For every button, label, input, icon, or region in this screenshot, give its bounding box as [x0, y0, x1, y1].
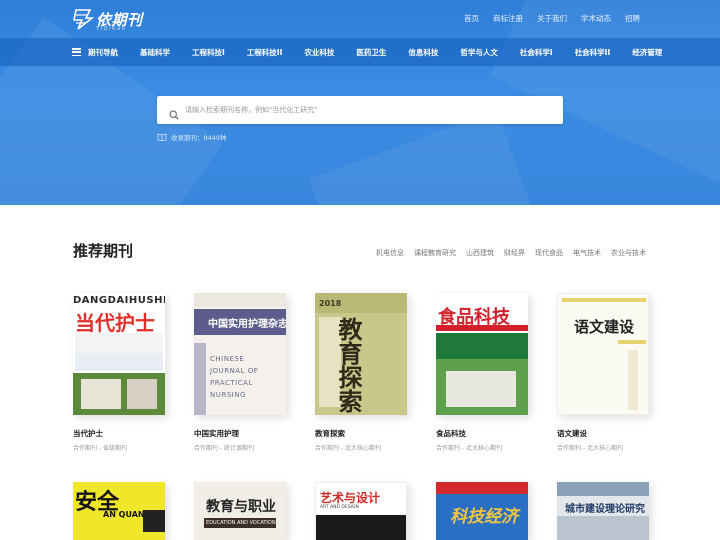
journal-meta: 合作期刊 - 北大核心期刊: [557, 445, 623, 452]
tag-links: 机电信息 课程教育研究 山西建筑 财经界 现代食品 电气技术 农业与技术: [366, 248, 646, 258]
top-link-trademark[interactable]: 商标注册: [493, 13, 523, 24]
logo-icon: [72, 8, 95, 30]
tag-link[interactable]: 农业与技术: [611, 248, 646, 258]
top-links: 首页 商标注册 关于我们 学术动态 招聘: [450, 13, 640, 24]
site-logo[interactable]: 依期刊 Y i Q i K a n: [72, 5, 143, 33]
collected-count: 收录期刊： 9449种: [157, 132, 227, 142]
journal-cover[interactable]: DANGDAIHUSHI 当代护士: [73, 293, 165, 415]
nav-item-social-2[interactable]: 社会科学II: [575, 47, 611, 58]
journal-card[interactable]: 食品科技 食品科技 合作期刊 - 北大核心期刊: [436, 293, 528, 453]
collected-label: 收录期刊：: [171, 134, 204, 142]
journal-card[interactable]: 2018 教育探索 教育探索 合作期刊 - 北大核心期刊: [315, 293, 407, 453]
search-box: [157, 96, 563, 124]
journal-cover[interactable]: 安全 AN QUAN: [73, 482, 165, 540]
search-input[interactable]: [185, 96, 555, 124]
top-link-about[interactable]: 关于我们: [537, 13, 567, 24]
tag-link[interactable]: 机电信息: [376, 248, 404, 258]
journal-meta: 合作期刊 - 北大核心期刊: [315, 445, 381, 452]
tag-link[interactable]: 山西建筑: [466, 248, 494, 258]
top-link-news[interactable]: 学术动态: [581, 13, 611, 24]
journal-name[interactable]: 中国实用护理: [194, 428, 239, 439]
menu-icon[interactable]: [72, 48, 81, 56]
nav-item-social-1[interactable]: 社会科学I: [520, 47, 553, 58]
journal-meta: 合作期刊 - 北大核心期刊: [436, 445, 502, 452]
tag-link[interactable]: 财经界: [504, 248, 525, 258]
journal-cover[interactable]: 食品科技: [436, 293, 528, 415]
journal-cover[interactable]: 语文建设: [557, 293, 649, 415]
nav-item-information[interactable]: 信息科技: [408, 47, 438, 58]
journal-cover[interactable]: 城市建设理论研究: [557, 482, 649, 540]
journal-card[interactable]: DANGDAIHUSHI 当代护士 当代护士 合作期刊 - 省级期刊: [73, 293, 165, 453]
top-link-home[interactable]: 首页: [464, 13, 479, 24]
collected-number: 9449种: [203, 134, 227, 142]
journal-cover[interactable]: 科技经济: [436, 482, 528, 540]
journal-name[interactable]: 食品科技: [436, 428, 466, 439]
tag-link[interactable]: 电气技术: [573, 248, 601, 258]
journal-card[interactable]: 语文建设 语文建设 合作期刊 - 北大核心期刊: [557, 293, 649, 453]
nav-item-engineering-2[interactable]: 工程科技II: [247, 47, 283, 58]
search-icon[interactable]: [169, 105, 179, 120]
section-title: 推荐期刊: [73, 242, 134, 260]
nav-item-engineering-1[interactable]: 工程科技I: [192, 47, 225, 58]
journal-name[interactable]: 语文建设: [557, 428, 587, 439]
nav-item-medicine[interactable]: 医药卫生: [356, 47, 386, 58]
nav-item-philosophy[interactable]: 哲学与人文: [460, 47, 498, 58]
hero-banner: 依期刊 Y i Q i K a n 首页 商标注册 关于我们 学术动态 招聘 期…: [0, 0, 720, 205]
journal-cover[interactable]: 2018 教育探索: [315, 293, 407, 415]
tag-link[interactable]: 课程教育研究: [414, 248, 456, 258]
journal-cover[interactable]: 教育与职业 EDUCATION AND VOCATION: [194, 482, 286, 540]
journal-cover[interactable]: 艺术与设计 ART AND DESIGN: [315, 482, 407, 540]
nav-item-guide[interactable]: 期刊导航: [88, 47, 118, 58]
journal-cover[interactable]: 中国实用护理杂志 CHINESE JOURNAL OF PRACTICAL NU…: [194, 293, 286, 415]
nav-item-basic-science[interactable]: 基础科学: [140, 47, 170, 58]
top-bar: 依期刊 Y i Q i K a n 首页 商标注册 关于我们 学术动态 招聘: [0, 0, 720, 38]
nav-item-economics[interactable]: 经济管理: [632, 47, 662, 58]
journal-name[interactable]: 当代护士: [73, 428, 103, 439]
journal-meta: 合作期刊 - 省级期刊: [73, 445, 127, 452]
logo-tagline: Y i Q i K a n: [96, 26, 125, 32]
journal-card[interactable]: 中国实用护理杂志 CHINESE JOURNAL OF PRACTICAL NU…: [194, 293, 286, 453]
top-link-jobs[interactable]: 招聘: [625, 13, 640, 24]
tag-link[interactable]: 现代食品: [535, 248, 563, 258]
book-icon: [157, 133, 167, 142]
journal-name[interactable]: 教育探索: [315, 428, 345, 439]
category-nav: 期刊导航 基础科学 工程科技I 工程科技II 农业科技 医药卫生 信息科技 哲学…: [0, 38, 720, 66]
journal-meta: 合作期刊 - 统计源期刊: [194, 445, 254, 452]
nav-item-agriculture[interactable]: 农业科技: [304, 47, 334, 58]
